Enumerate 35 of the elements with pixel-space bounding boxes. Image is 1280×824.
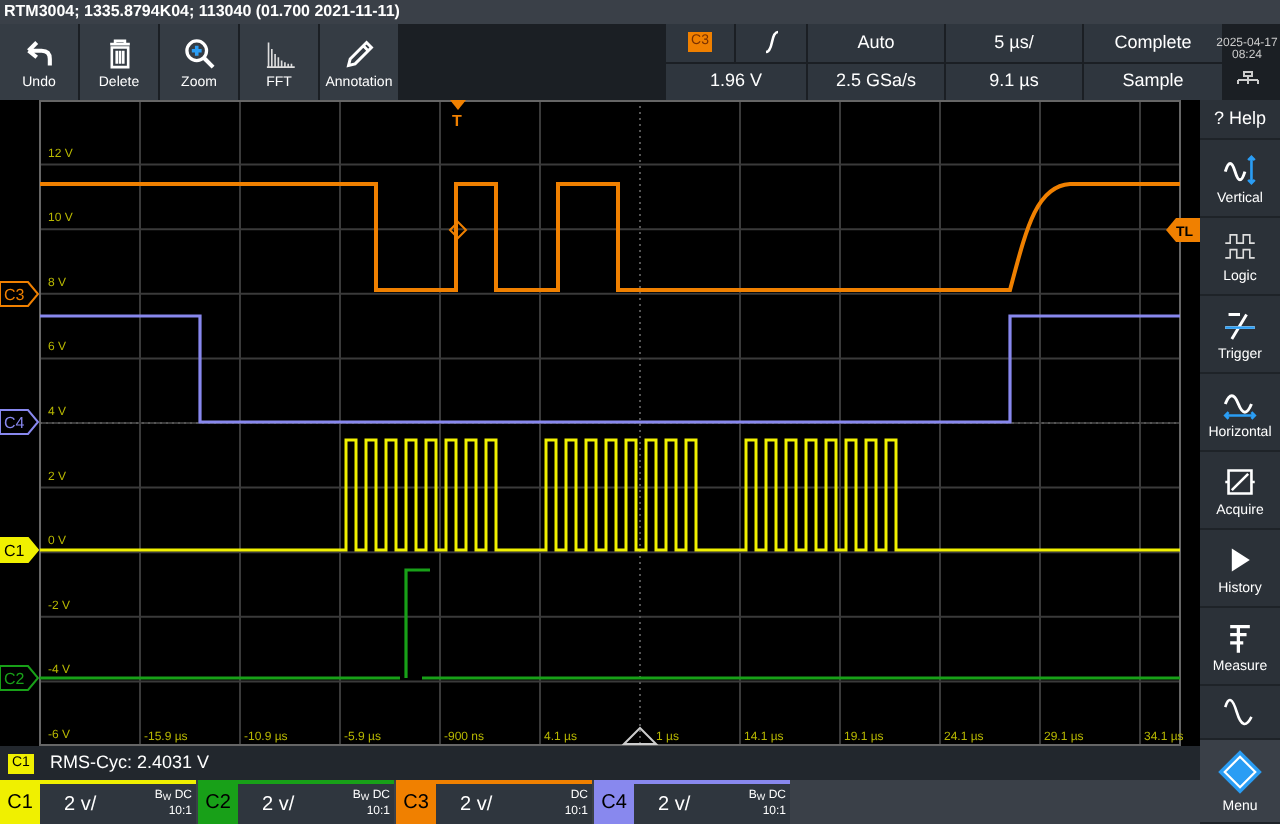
undo-arrow-icon [21,35,57,71]
scale-value: 2 v/ [262,791,297,819]
channel-label[interactable]: C4 [594,780,634,824]
diamond-icon [448,220,468,240]
horizontal-position: 9.1 µs [946,63,1082,100]
channel-marker: C2 [0,665,40,691]
scale-value: 2 v/ [460,791,495,819]
sine-vertical-arrow-icon [1222,151,1258,187]
channel-marker: C3 [0,281,40,307]
scale-value: 2 v/ [658,791,693,819]
trigger-position-icon [621,726,659,745]
sidebar-button[interactable]: ? Help [1200,100,1280,140]
scale-value: 2 v/ [64,791,99,819]
window-title: RTM3004; 1335.8794K04; 113040 (01.700 2021-11-11) [2,4,400,20]
trigger-level: 1.96 V [666,63,806,100]
acquire-box-icon [1222,463,1258,499]
channel-label[interactable]: C3 [396,780,436,824]
trigger-mode: Auto [808,24,944,61]
trigger-slope-cell[interactable] [736,24,806,61]
acquisition-mode: Sample [1084,63,1222,100]
zoom-in-icon [181,35,217,71]
channel-marker: C1 [0,537,40,563]
pencil-icon [341,35,377,71]
channel-label[interactable]: C1 [0,780,40,824]
time-scale: 5 µs/ [946,24,1082,61]
sample-rate: 2.5 GSa/s [808,63,944,100]
channel-marker: C4 [0,409,40,435]
measurement-result: RMS-Cyc: 2.4031 V [49,749,209,776]
square-wave-icon [1222,229,1258,265]
rising-edge-icon [761,30,781,55]
trigger-slope-icon [1222,307,1258,343]
wave-icon [1222,694,1258,730]
channel-label[interactable]: C2 [198,780,238,824]
network-icon [1235,70,1259,86]
diamond-logo-icon [1216,748,1264,796]
